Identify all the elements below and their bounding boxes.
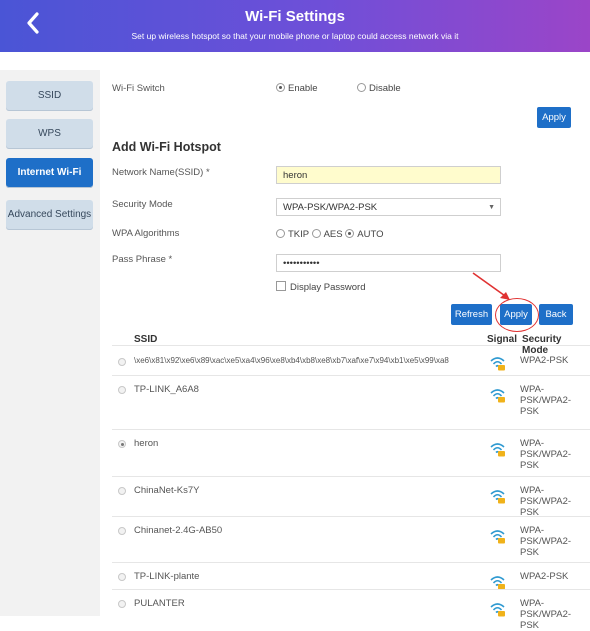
pass-phrase-label: Pass Phrase * [112,254,173,265]
row-security-mode: WPA-PSK/WPA2-PSK [520,485,572,518]
row-security-mode: WPA-PSK/WPA2-PSK [520,598,572,631]
wifi-signal-icon [489,356,506,371]
annotation-circle [495,298,539,332]
table-row[interactable]: PULANTER WPA-PSK/WPA2-PSK [112,589,590,631]
display-password-label: Display Password [290,282,366,293]
security-mode-value: WPA-PSK/WPA2-PSK [283,202,378,213]
wifi-disable-label: Disable [369,83,401,94]
page-subtitle: Set up wireless hotspot so that your mob… [131,31,459,41]
radio-unselected-icon [276,228,285,238]
row-ssid: Chinanet-2.4G-AB50 [134,525,223,536]
refresh-button[interactable]: Refresh [451,304,492,325]
wifi-enable-radio[interactable]: Enable [276,82,318,94]
column-header-ssid: SSID [134,334,158,345]
row-ssid: TP-LINK_A6A8 [134,384,199,395]
alg-tkip-label: TKIP [288,229,309,240]
radio-unselected-icon [311,228,321,238]
table-row[interactable]: TP-LINK_A6A8 WPA-PSK/WPA2-PSK [112,375,590,430]
wifi-enable-label: Enable [288,83,318,94]
row-security-mode: WPA2-PSK [520,355,569,366]
wifi-signal-icon [489,602,506,617]
back-action-button[interactable]: Back [539,304,573,325]
row-select-radio[interactable] [118,527,126,535]
wpa-algorithms-group: TKIP AES AUTO [276,228,384,240]
row-select-radio[interactable] [118,386,126,394]
row-select-radio[interactable] [118,358,126,366]
alg-tkip-radio[interactable]: TKIP [276,228,309,240]
add-hotspot-title: Add Wi-Fi Hotspot [112,140,221,154]
row-security-mode: WPA-PSK/WPA2-PSK [520,438,572,471]
table-row[interactable]: \xe6\x81\x92\xe6\x89\xac\xe5\xa4\x96\xe8… [112,345,590,376]
header-bar: Wi-Fi Settings Set up wireless hotspot s… [0,0,590,52]
row-ssid: ChinaNet-Ks7Y [134,485,200,496]
column-header-signal: Signal [487,334,518,345]
alg-auto-radio[interactable]: AUTO [345,228,384,240]
row-select-radio[interactable] [118,487,126,495]
row-ssid: heron [134,438,159,449]
wifi-disable-radio[interactable]: Disable [357,82,401,94]
wifi-signal-icon [489,489,506,504]
sidebar-item-internet-wifi[interactable]: Internet Wi-Fi [6,158,93,188]
alg-aes-label: AES [323,229,343,240]
wifi-signal-icon [489,529,506,544]
wpa-algorithms-label: WPA Algorithms [112,228,180,239]
sidebar-item-advanced-settings[interactable]: Advanced Settings [6,200,93,230]
row-ssid: \xe6\x81\x92\xe6\x89\xac\xe5\xa4\x96\xe8… [134,356,449,365]
page-title: Wi-Fi Settings [245,8,345,25]
row-security-mode: WPA-PSK/WPA2-PSK [520,384,572,417]
wifi-switch-apply-button[interactable]: Apply [537,107,571,128]
security-mode-select[interactable]: WPA-PSK/WPA2-PSK ▼ [276,198,501,216]
alg-aes-radio[interactable]: AES [311,228,343,240]
pass-phrase-input[interactable]: ••••••••••• [276,254,501,272]
wifi-signal-icon [489,575,506,590]
wifi-signal-icon [489,442,506,457]
sidebar: SSID WPS Internet Wi-Fi Advanced Setting… [0,70,100,616]
row-security-mode: WPA-PSK/WPA2-PSK [520,525,572,558]
sidebar-item-ssid[interactable]: SSID [6,81,93,111]
wifi-switch-label: Wi-Fi Switch [112,83,165,94]
table-row[interactable]: Chinanet-2.4G-AB50 WPA-PSK/WPA2-PSK [112,516,590,563]
radio-selected-icon [345,228,355,238]
table-row[interactable]: ChinaNet-Ks7Y WPA-PSK/WPA2-PSK [112,476,590,518]
alg-auto-label: AUTO [357,229,384,240]
wifi-signal-icon [489,388,506,403]
security-mode-label: Security Mode [112,199,173,210]
row-ssid: TP-LINK-plante [134,571,200,582]
row-ssid: PULANTER [134,598,185,609]
radio-unselected-icon [357,82,366,92]
radio-selected-icon [276,82,285,92]
row-select-radio[interactable] [118,440,126,448]
row-select-radio[interactable] [118,600,126,608]
sidebar-item-wps[interactable]: WPS [6,119,93,149]
display-password-checkbox[interactable]: Display Password [276,281,366,293]
table-row[interactable]: heron WPA-PSK/WPA2-PSK [112,429,590,477]
checkbox-icon [276,281,286,292]
ssid-label: Network Name(SSID) * [112,167,210,178]
table-row[interactable]: TP-LINK-plante WPA2-PSK [112,562,590,590]
row-security-mode: WPA2-PSK [520,571,569,582]
ssid-input[interactable]: heron [276,166,501,184]
chevron-down-icon: ▼ [488,204,495,211]
row-select-radio[interactable] [118,573,126,581]
